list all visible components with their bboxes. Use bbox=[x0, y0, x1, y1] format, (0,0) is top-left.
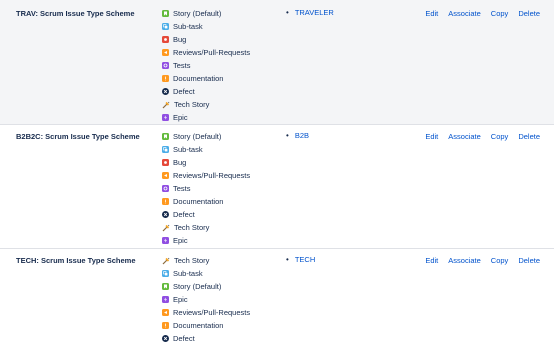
tech-story-icon bbox=[162, 224, 170, 232]
project-link[interactable]: TECH bbox=[295, 255, 315, 264]
review-icon bbox=[162, 309, 169, 316]
issue-type-item: Tech Story bbox=[162, 98, 250, 111]
edit-link[interactable]: Edit bbox=[425, 9, 438, 18]
documentation-icon bbox=[162, 75, 169, 82]
row-actions: Edit Associate Copy Delete bbox=[425, 9, 540, 18]
bug-icon bbox=[162, 159, 169, 166]
subtask-icon bbox=[162, 270, 169, 277]
issue-type-item: Documentation bbox=[162, 195, 250, 208]
issue-type-item: Bug bbox=[162, 33, 250, 46]
associate-link[interactable]: Associate bbox=[448, 132, 481, 141]
tech-story-icon bbox=[162, 101, 170, 109]
copy-link[interactable]: Copy bbox=[491, 256, 509, 265]
issue-type-item: Defect bbox=[162, 332, 250, 345]
project-item: • TECH bbox=[286, 255, 315, 264]
epic-icon bbox=[162, 296, 169, 303]
review-icon bbox=[162, 172, 169, 179]
issue-type-item: Tests bbox=[162, 59, 250, 72]
issue-type-item: Story (Default) bbox=[162, 280, 250, 293]
defect-icon bbox=[162, 335, 169, 342]
delete-link[interactable]: Delete bbox=[518, 9, 540, 18]
story-icon bbox=[162, 283, 169, 290]
bullet: • bbox=[286, 131, 289, 140]
delete-link[interactable]: Delete bbox=[518, 132, 540, 141]
project-list: • TRAVELER bbox=[286, 8, 334, 17]
issue-type-item: Sub-task bbox=[162, 143, 250, 156]
issue-type-schemes-table: TRAV: Scrum Issue Type Scheme Story (Def… bbox=[0, 0, 554, 356]
subtask-icon bbox=[162, 23, 169, 30]
review-icon bbox=[162, 49, 169, 56]
copy-link[interactable]: Copy bbox=[491, 132, 509, 141]
edit-link[interactable]: Edit bbox=[425, 256, 438, 265]
epic-icon bbox=[162, 237, 169, 244]
project-item: • B2B bbox=[286, 131, 309, 140]
issue-type-item: Reviews/Pull-Requests bbox=[162, 306, 250, 319]
epic-icon bbox=[162, 114, 169, 121]
issue-type-item: Epic bbox=[162, 293, 250, 306]
issue-type-item: Reviews/Pull-Requests bbox=[162, 169, 250, 182]
project-item: • TRAVELER bbox=[286, 8, 334, 17]
project-list: • TECH bbox=[286, 255, 315, 264]
row-actions: Edit Associate Copy Delete bbox=[425, 132, 540, 141]
scheme-name: TECH: Scrum Issue Type Scheme bbox=[16, 256, 136, 265]
tests-icon bbox=[162, 185, 169, 192]
issue-type-item: Documentation bbox=[162, 72, 250, 85]
issue-type-item: Tech Story bbox=[162, 254, 250, 267]
tech-story-icon bbox=[162, 257, 170, 265]
project-link[interactable]: TRAVELER bbox=[295, 8, 334, 17]
issue-type-item: Defect bbox=[162, 208, 250, 221]
bug-icon bbox=[162, 36, 169, 43]
project-list: • B2B bbox=[286, 131, 309, 140]
issue-type-item: Epic bbox=[162, 234, 250, 247]
associate-link[interactable]: Associate bbox=[448, 256, 481, 265]
bullet: • bbox=[286, 8, 289, 17]
bullet: • bbox=[286, 255, 289, 264]
issue-type-item: Story (Default) bbox=[162, 7, 250, 20]
issue-type-list: Story (Default) Sub-task Bug Reviews/Pul… bbox=[162, 130, 250, 247]
scheme-row-trav: TRAV: Scrum Issue Type Scheme Story (Def… bbox=[0, 0, 554, 124]
documentation-icon bbox=[162, 322, 169, 329]
issue-type-item: Sub-task bbox=[162, 267, 250, 280]
scheme-name: B2B2C: Scrum Issue Type Scheme bbox=[16, 132, 140, 141]
issue-type-list: Story (Default) Sub-task Bug Reviews/Pul… bbox=[162, 7, 250, 124]
issue-type-item: Bug bbox=[162, 156, 250, 169]
tests-icon bbox=[162, 62, 169, 69]
issue-type-item: Tech Story bbox=[162, 221, 250, 234]
scheme-row-b2b2c: B2B2C: Scrum Issue Type Scheme Story (De… bbox=[0, 124, 554, 248]
row-actions: Edit Associate Copy Delete bbox=[425, 256, 540, 265]
issue-type-item: Story (Default) bbox=[162, 130, 250, 143]
defect-icon bbox=[162, 211, 169, 218]
issue-type-item: Sub-task bbox=[162, 20, 250, 33]
issue-type-item: Documentation bbox=[162, 319, 250, 332]
issue-type-list: Tech Story Sub-task Story (Default) Epic… bbox=[162, 254, 250, 345]
project-link[interactable]: B2B bbox=[295, 131, 309, 140]
scheme-row-tech: TECH: Scrum Issue Type Scheme Tech Story… bbox=[0, 248, 554, 356]
issue-type-item: Reviews/Pull-Requests bbox=[162, 46, 250, 59]
issue-type-item: Epic bbox=[162, 111, 250, 124]
delete-link[interactable]: Delete bbox=[518, 256, 540, 265]
issue-type-item: Defect bbox=[162, 85, 250, 98]
story-icon bbox=[162, 10, 169, 17]
copy-link[interactable]: Copy bbox=[491, 9, 509, 18]
defect-icon bbox=[162, 88, 169, 95]
associate-link[interactable]: Associate bbox=[448, 9, 481, 18]
edit-link[interactable]: Edit bbox=[425, 132, 438, 141]
subtask-icon bbox=[162, 146, 169, 153]
documentation-icon bbox=[162, 198, 169, 205]
issue-type-item: Tests bbox=[162, 182, 250, 195]
scheme-name: TRAV: Scrum Issue Type Scheme bbox=[16, 9, 135, 18]
story-icon bbox=[162, 133, 169, 140]
